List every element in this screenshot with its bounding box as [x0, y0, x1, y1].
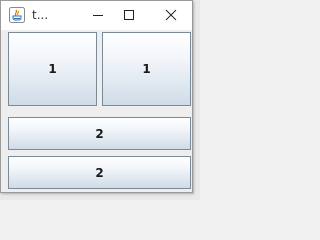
close-icon: [165, 6, 177, 25]
app-window: t... 1 1 2 2: [0, 0, 193, 193]
button-top-left[interactable]: 1: [8, 32, 97, 106]
window-title: t...: [32, 8, 49, 22]
maximize-icon: [123, 6, 135, 25]
content-pane: 1 1 2 2: [1, 30, 192, 192]
button-middle-wide[interactable]: 2: [8, 117, 191, 150]
minimize-button[interactable]: [83, 1, 113, 30]
title-bar: t...: [1, 1, 192, 30]
maximize-button[interactable]: [114, 1, 144, 30]
java-icon: [9, 7, 25, 23]
minimize-icon: [92, 6, 104, 25]
button-bottom-wide[interactable]: 2: [8, 156, 191, 189]
close-button[interactable]: [156, 1, 186, 30]
button-top-right[interactable]: 1: [102, 32, 191, 106]
